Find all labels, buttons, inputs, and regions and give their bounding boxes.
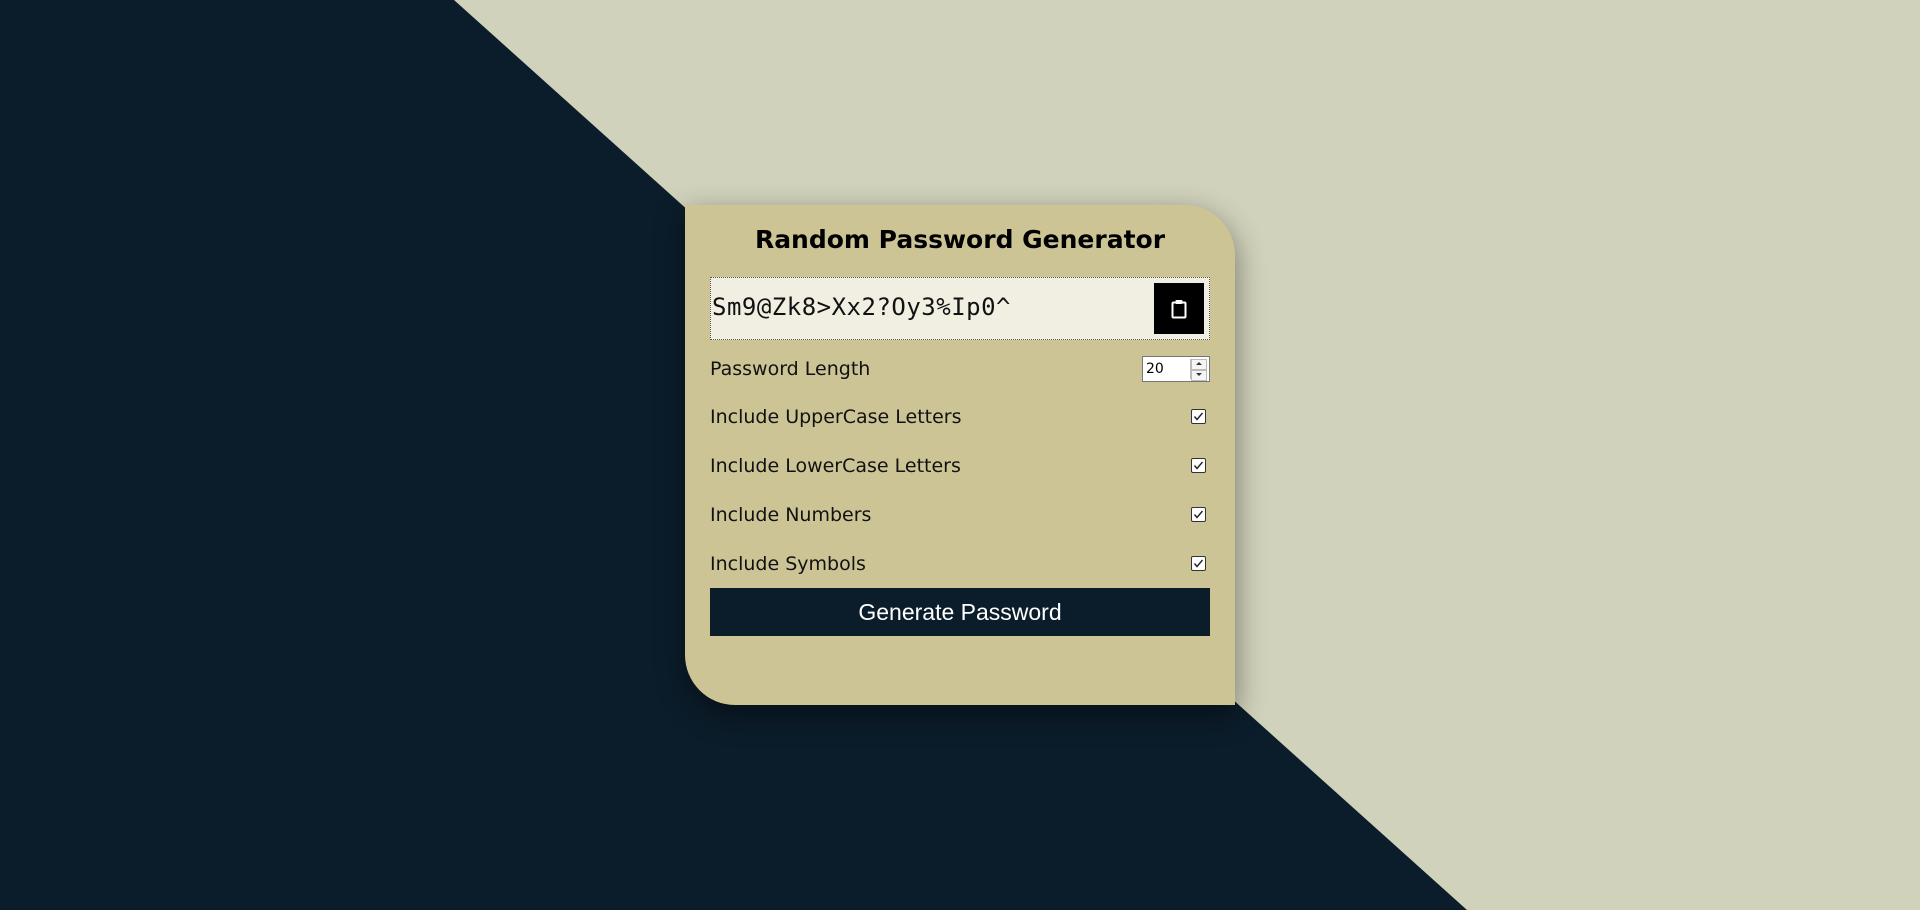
password-result-box: Sm9@Zk8>Xx2?Oy3%Ip0^	[710, 277, 1210, 340]
check-icon	[1193, 510, 1204, 519]
generate-password-button[interactable]: Generate Password	[710, 588, 1210, 636]
password-length-label: Password Length	[710, 358, 871, 380]
copy-to-clipboard-button[interactable]	[1154, 283, 1204, 334]
length-spinner[interactable]	[1190, 359, 1207, 381]
option-label-numbers: Include Numbers	[710, 504, 872, 526]
page-title: Random Password Generator	[754, 225, 1166, 254]
numbers-checkbox[interactable]	[1191, 507, 1206, 522]
lowercase-checkbox[interactable]	[1191, 458, 1206, 473]
option-label-lowercase: Include LowerCase Letters	[710, 455, 961, 477]
password-length-input[interactable]: 20	[1142, 356, 1210, 382]
check-icon	[1193, 412, 1204, 421]
option-label-uppercase: Include UpperCase Letters	[710, 406, 962, 428]
clipboard-icon	[1171, 299, 1187, 318]
check-icon	[1193, 559, 1204, 568]
spinner-down-arrow[interactable]	[1191, 370, 1207, 381]
option-label-symbols: Include Symbols	[710, 553, 866, 575]
option-row-numbers: Include Numbers	[710, 501, 1210, 531]
password-length-value: 20	[1146, 361, 1164, 377]
symbols-checkbox[interactable]	[1191, 556, 1206, 571]
uppercase-checkbox[interactable]	[1191, 409, 1206, 424]
check-icon	[1193, 461, 1204, 470]
option-row-uppercase: Include UpperCase Letters	[710, 403, 1210, 433]
spinner-up-arrow[interactable]	[1191, 359, 1207, 370]
generated-password: Sm9@Zk8>Xx2?Oy3%Ip0^	[712, 293, 1011, 321]
password-length-row: Password Length 20	[710, 355, 1210, 385]
option-row-symbols: Include Symbols	[710, 550, 1210, 580]
option-row-lowercase: Include LowerCase Letters	[710, 452, 1210, 482]
password-generator-card: Random Password Generator Sm9@Zk8>Xx2?Oy…	[685, 205, 1235, 705]
